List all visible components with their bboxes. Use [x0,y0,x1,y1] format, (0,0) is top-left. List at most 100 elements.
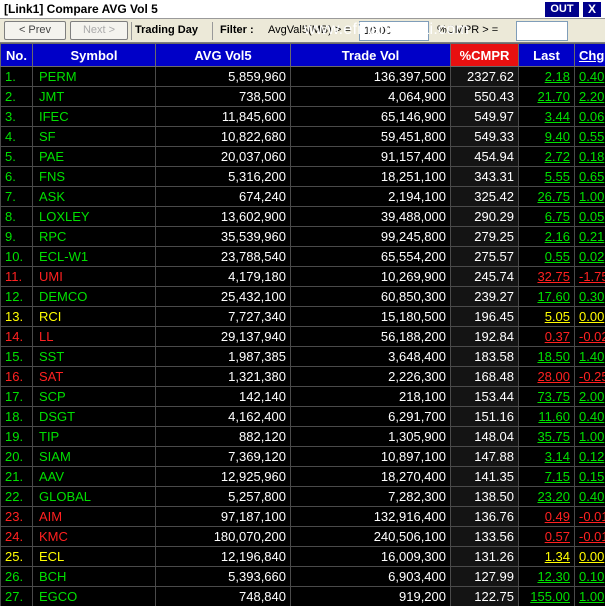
row-symbol: DEMCO [32,286,156,307]
row-cmpr: 549.97 [450,106,519,127]
table-row[interactable]: 24. KMC 180,070,200 240,506,100 133.56 0.57 -0… [0,526,605,547]
table-row[interactable]: 21. AAV 12,925,960 18,270,400 141.35 7.15 0.15 [0,466,605,487]
header-no[interactable]: No. [0,43,33,67]
row-cmpr: 131.26 [450,546,519,567]
row-trade-vol: 65,554,200 [290,246,451,267]
header-chg[interactable]: Chg [574,43,605,67]
row-number: 2. [0,86,33,107]
close-button[interactable]: X [583,2,601,17]
row-cmpr: 168.48 [450,366,519,387]
row-avg-vol5: 25,432,100 [155,286,291,307]
table-row[interactable]: 16.SAT1,321,3802,226,300168.4828.00-0.25 [0,366,605,387]
header-cmpr[interactable]: %CMPR [450,43,519,67]
cmpr-filter-input[interactable] [516,21,568,41]
table-row[interactable]: 2. JMT 738,500 4,064,900 550.43 21.70 2.20 [0,86,605,107]
row-trade-vol: 4,064,900 [290,86,451,107]
row-chg: 0.40 [574,66,605,87]
header-symbol[interactable]: Symbol [32,43,156,67]
row-avg-vol5: 12,196,840 [155,546,291,567]
table-row[interactable]: 5. PAE 20,037,060 91,157,400 454.94 2.72 0.18 [0,146,605,167]
row-cmpr: 196.45 [450,306,519,327]
row-cmpr: 147.88 [450,446,519,467]
table-row[interactable]: 8. LOXLEY 13,602,900 39,488,000 290.29 6.75 0.… [0,206,605,227]
table-row[interactable]: 22. GLOBAL 5,257,800 7,282,300 138.50 23.20 0.… [0,486,605,507]
row-symbol: AAV [32,466,156,487]
table-row[interactable]: 6. FNS 5,316,200 18,251,100 343.31 5.55 0.65 [0,166,605,187]
row-chg: 0.00 [574,546,605,567]
table-row[interactable]: 20. SIAM 7,369,120 10,897,100 147.88 3.14 0.12 [0,446,605,467]
table-row[interactable]: 4. SF 10,822,680 59,451,800 549.33 9.40 0.55 [0,126,605,147]
row-trade-vol: 6,903,400 [290,566,451,587]
row-cmpr: 153.44 [450,386,519,407]
row-last: 3.14 [518,446,575,467]
row-last: 12.30 [518,566,575,587]
row-number: 21. [0,466,33,487]
table-row[interactable]: 13. RCI 7,727,340 15,180,500 196.45 5.05 0.00 [0,306,605,327]
row-last: 11.60 [518,406,575,427]
row-chg: -1.75 [574,266,605,287]
row-number: 12. [0,286,33,307]
row-avg-vol5: 1,321,380 [155,366,291,387]
table-row[interactable]: 11. UMI 4,179,180 10,269,900 245.74 32.75 -1.7… [0,266,605,287]
row-trade-vol: 56,188,200 [290,326,451,347]
row-cmpr: 192.84 [450,326,519,347]
row-trade-vol: 10,897,100 [290,446,451,467]
row-trade-vol: 6,291,700 [290,406,451,427]
row-avg-vol5: 674,240 [155,186,291,207]
row-chg: -0.02 [574,326,605,347]
row-symbol: RPC [32,226,156,247]
row-symbol: SST [32,346,156,367]
table-row[interactable]: 1. PERM 5,859,960 136,397,500 2327.62 2.18 0.4… [0,66,605,87]
row-chg: 0.00 [574,306,605,327]
row-avg-vol5: 738,500 [155,86,291,107]
table-row[interactable]: 26. BCH 5,393,660 6,903,400 127.99 12.30 0.10 [0,566,605,587]
row-chg: 0.05 [574,206,605,227]
row-symbol: SIAM [32,446,156,467]
row-cmpr: 2327.62 [450,66,519,87]
row-chg: 0.02 [574,246,605,267]
table-row[interactable]: 10. ECL-W1 23,788,540 65,554,200 275.57 0.55 0… [0,246,605,267]
row-avg-vol5: 7,369,120 [155,446,291,467]
table-row[interactable]: 3. IFEC 11,845,600 65,146,900 549.97 3.44 0.06 [0,106,605,127]
prev-button[interactable]: < Prev [4,21,66,40]
row-symbol: FNS [32,166,156,187]
row-chg: -0.25 [574,366,605,387]
row-trade-vol: 39,488,000 [290,206,451,227]
table-row[interactable]: 14.LL29,137,94056,188,200192.840.37-0.02 [0,326,605,347]
row-trade-vol: 240,506,100 [290,526,451,547]
row-last: 17.60 [518,286,575,307]
table-row[interactable]: 12. DEMCO 25,432,100 60,850,300 239.27 17.60 0… [0,286,605,307]
row-symbol: SF [32,126,156,147]
table-row[interactable]: 23. AIM 97,187,100 132,916,400 136.76 0.49 -0.… [0,506,605,527]
table-row[interactable]: 17. SCP 142,140 218,100 153.44 73.75 2.00 [0,386,605,407]
row-trade-vol: 18,270,400 [290,466,451,487]
row-avg-vol5: 11,845,600 [155,106,291,127]
table-row[interactable]: 19. TIP 882,120 1,305,900 148.04 35.75 1.00 [0,426,605,447]
row-chg: 2.00 [574,386,605,407]
header-last[interactable]: Last [518,43,575,67]
table-row[interactable]: 15. SST 1,987,385 3,648,400 183.58 18.50 1.40 [0,346,605,367]
table-row[interactable]: 27. EGCO 748,840 919,200 122.75 155.00 1.00 [0,586,605,606]
header-trade-vol[interactable]: Trade Vol [290,43,451,67]
row-number: 18. [0,406,33,427]
row-cmpr: 290.29 [450,206,519,227]
row-trade-vol: 15,180,500 [290,306,451,327]
toolbar-divider [131,22,132,40]
row-last: 18.50 [518,346,575,367]
header-avg-vol5[interactable]: AVG Vol5 [155,43,291,67]
row-avg-vol5: 882,120 [155,426,291,447]
row-avg-vol5: 4,162,400 [155,406,291,427]
row-symbol: ASK [32,186,156,207]
row-avg-vol5: 13,602,900 [155,206,291,227]
row-avg-vol5: 23,788,540 [155,246,291,267]
table-row[interactable]: 25. ECL 12,196,840 16,009,300 131.26 1.34 0.00 [0,546,605,567]
row-cmpr: 148.04 [450,426,519,447]
row-chg: 0.15 [574,466,605,487]
out-button[interactable]: OUT [545,2,579,17]
table-row[interactable]: 18. DSGT 4,162,400 6,291,700 151.16 11.60 0.40 [0,406,605,427]
row-last: 0.37 [518,326,575,347]
table-row[interactable]: 9. RPC 35,539,960 99,245,800 279.25 2.16 0.21 [0,226,605,247]
row-cmpr: 183.58 [450,346,519,367]
next-button[interactable]: Next > [70,21,128,40]
table-row[interactable]: 7. ASK 674,240 2,194,100 325.42 26.75 1.00 [0,186,605,207]
